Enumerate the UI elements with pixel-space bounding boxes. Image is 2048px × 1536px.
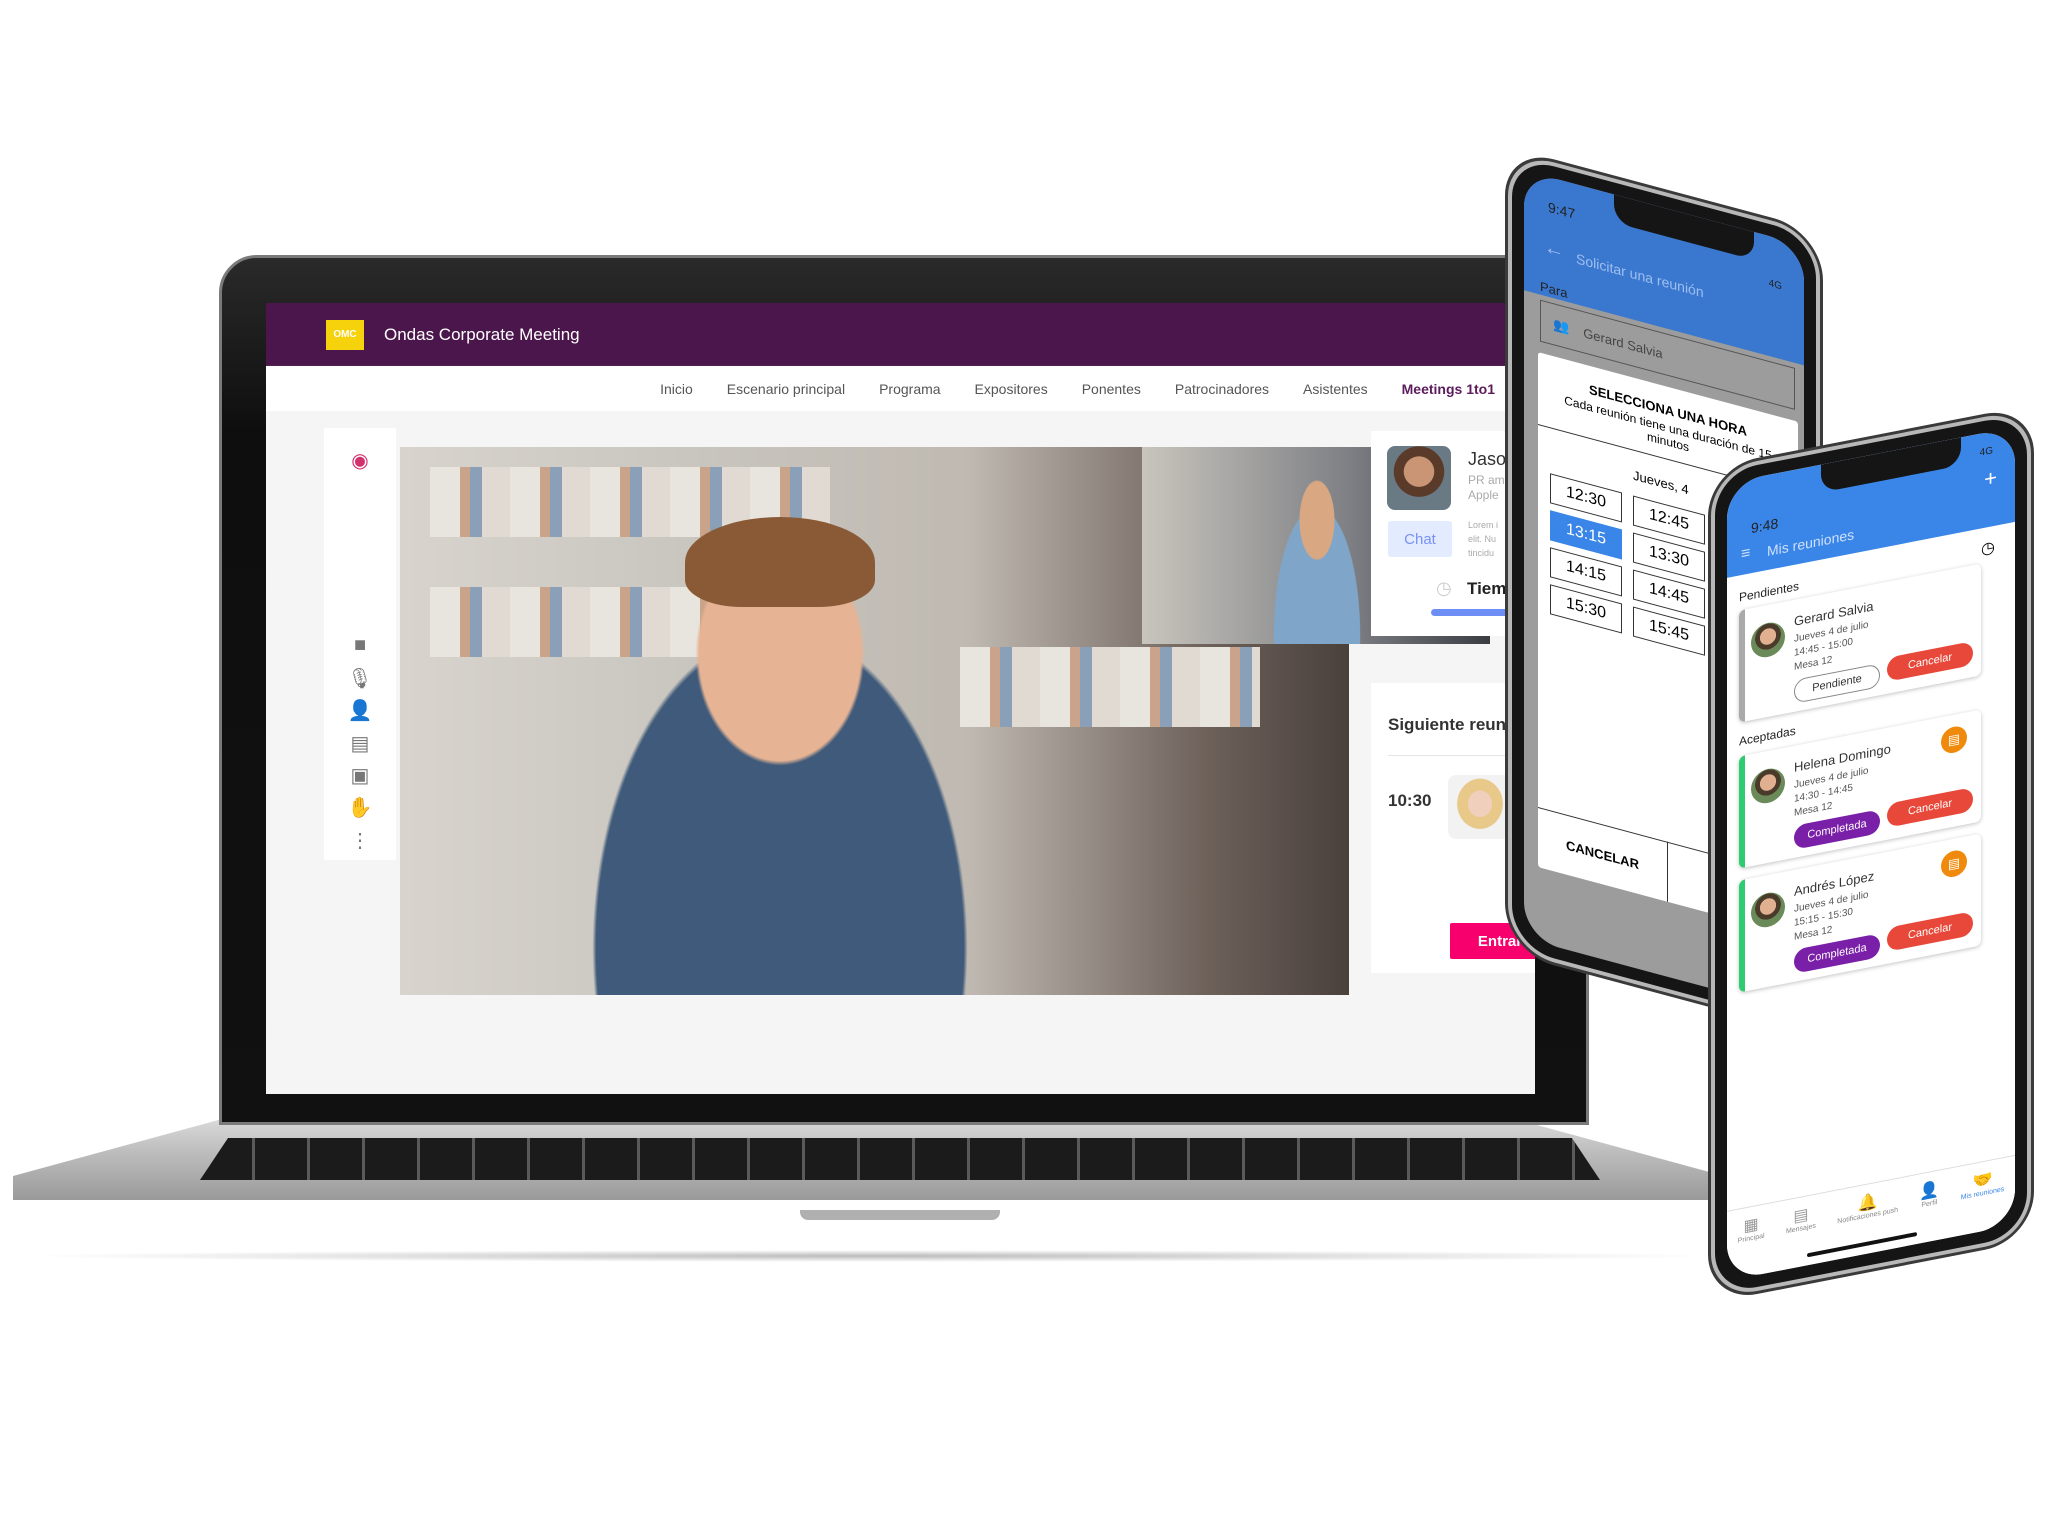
call-toolbar: ◉ ■ 🎙 👤 ▤ ▣ ✋ ⋮ (324, 428, 396, 860)
cancel-button[interactable]: Cancelar (1887, 787, 1973, 828)
contact-role: PR am (1468, 473, 1505, 487)
laptop-screen: OMC Ondas Corporate Meeting E Inicio Esc… (266, 303, 1535, 1094)
nav-escenario[interactable]: Escenario principal (727, 381, 845, 397)
cancel-button[interactable]: Cancelar (1887, 641, 1973, 682)
laptop-notch (800, 1210, 1000, 1220)
time-label: Tiem (1467, 579, 1507, 598)
contact-bio: Lorem i elit. Nu tincidu (1468, 520, 1499, 558)
phone-my-meetings: 9:48 4G + ≡ Mis reuniones Pendientes ◷ G… (1711, 407, 2031, 1300)
nav-patrocinadores[interactable]: Patrocinadores (1175, 381, 1269, 397)
chat-button[interactable]: Chat (1388, 521, 1452, 557)
contact-company: Apple (1468, 488, 1499, 502)
phone2-screen: 9:48 4G + ≡ Mis reuniones Pendientes ◷ G… (1727, 426, 2015, 1281)
tab-label: Principal (1737, 1232, 1765, 1245)
tab-mensajes[interactable]: ▤ Mensajes (1786, 1203, 1816, 1270)
more-icon[interactable]: ⋮ (350, 828, 370, 860)
app-logo: OMC (326, 319, 364, 350)
nav-expositores[interactable]: Expositores (975, 381, 1048, 397)
nav-programa[interactable]: Programa (879, 381, 940, 397)
cancel-button[interactable]: Cancelar (1887, 911, 1973, 952)
avatar (1751, 765, 1785, 807)
tab-mis-reuniones[interactable]: 🤝 Mis reuniones (1961, 1166, 2005, 1235)
record-icon[interactable]: ◉ (351, 448, 368, 480)
hand-wave-icon[interactable]: ✋ (348, 795, 373, 827)
next-meeting-time: 10:30 (1388, 791, 1432, 810)
laptop-keyboard (200, 1138, 1600, 1180)
laptop-shadow (20, 1250, 1720, 1262)
app-header: OMC Ondas Corporate Meeting E (266, 303, 1535, 366)
contact-avatar (1387, 446, 1451, 510)
menu-icon[interactable]: ≡ (1741, 544, 1750, 564)
app-title: Ondas Corporate Meeting (384, 324, 580, 344)
para-value: Gerard Salvia (1583, 324, 1663, 361)
tab-label: Mensajes (1785, 1222, 1816, 1236)
people-icon: 👥 (1553, 316, 1570, 336)
tab-label: Perfil (1921, 1199, 1938, 1210)
clock-icon: ◷ (1436, 578, 1452, 598)
add-icon[interactable]: + (1984, 464, 1997, 492)
nav-ponentes[interactable]: Ponentes (1082, 381, 1141, 397)
history-icon[interactable]: ◷ (1981, 537, 1995, 560)
accepted-label: Aceptadas (1739, 723, 1796, 749)
nav-inicio[interactable]: Inicio (660, 381, 693, 397)
avatar (1751, 889, 1785, 931)
camera-icon[interactable]: ■ (354, 634, 366, 666)
bottom-tab-bar: ▦ Principal ▤ Mensajes 🔔 Notificaciones pus… (1727, 1154, 2015, 1281)
chat-icon[interactable]: ▤ (1941, 724, 1967, 756)
contact-name: Jaso (1468, 449, 1507, 469)
nav-asistentes[interactable]: Asistentes (1303, 381, 1368, 397)
chat-screen-icon[interactable]: ▤ (351, 731, 370, 763)
cancel-button[interactable]: CANCELAR (1538, 807, 1668, 902)
share-screen-icon[interactable]: ▣ (351, 763, 370, 795)
next-meeting-avatar (1448, 775, 1512, 839)
main-nav: Inicio Escenario principal Programa Expo… (266, 366, 1535, 411)
tab-perfil[interactable]: 👤 Perfil (1919, 1179, 1939, 1244)
chat-icon[interactable]: ▤ (1941, 848, 1967, 880)
tab-principal[interactable]: ▦ Principal (1738, 1213, 1765, 1279)
add-person-icon[interactable]: 👤 (348, 698, 373, 730)
nav-meetings[interactable]: Meetings 1to1 (1402, 381, 1495, 397)
avatar (1751, 619, 1785, 661)
microphone-icon[interactable]: 🎙 (347, 666, 372, 698)
date-label: Jueves, 4 (1633, 467, 1689, 498)
next-meeting-title: Siguiente reunió (1388, 715, 1522, 734)
